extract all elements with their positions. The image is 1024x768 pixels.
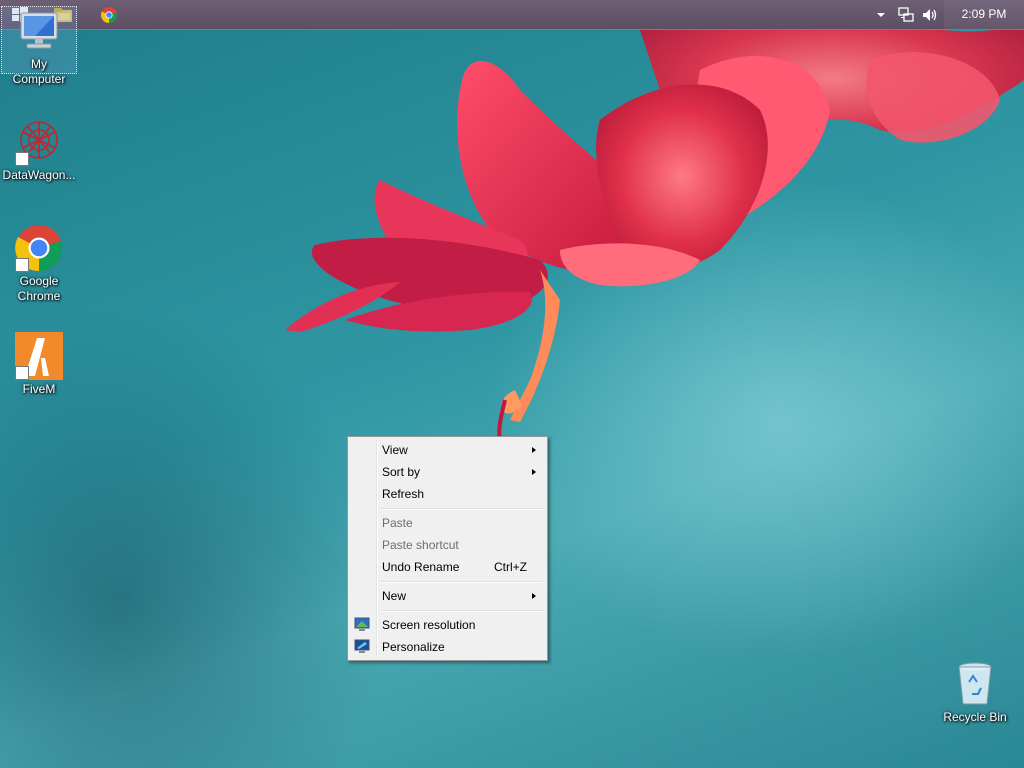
show-hidden-icons-chevron-icon[interactable] xyxy=(876,7,886,23)
personalize-icon xyxy=(354,639,370,653)
menu-item-shortcut: Ctrl+Z xyxy=(494,560,527,574)
desktop-icon-fivem[interactable]: FiveM xyxy=(1,332,77,397)
fivem-icon xyxy=(15,332,63,380)
desktop-icon-google-chrome[interactable]: Google Chrome xyxy=(1,224,77,304)
desktop-icon-recycle-bin[interactable]: Recycle Bin xyxy=(937,660,1013,725)
shortcut-arrow-icon xyxy=(15,258,29,272)
taskbar-clock[interactable]: 2:09 PM xyxy=(944,0,1024,29)
my-computer-icon xyxy=(20,12,58,49)
datawagon-icon xyxy=(15,118,63,166)
shortcut-arrow-icon xyxy=(15,152,29,166)
menu-item-personalize[interactable]: Personalize xyxy=(350,636,545,658)
screen-resolution-icon xyxy=(354,617,370,631)
menu-item-label: View xyxy=(382,443,408,457)
desktop[interactable]: 2:09 PM My Computer DataWagon... Google … xyxy=(0,0,1024,768)
desktop-icon-label: My Computer xyxy=(12,57,66,86)
menu-item-undo-rename[interactable]: Undo Rename Ctrl+Z xyxy=(350,556,545,578)
menu-item-label: Paste shortcut xyxy=(382,538,459,552)
menu-separator xyxy=(350,607,545,614)
menu-item-new[interactable]: New xyxy=(350,585,545,607)
menu-item-label: Personalize xyxy=(382,640,445,654)
chrome-icon[interactable] xyxy=(101,7,117,23)
menu-separator xyxy=(350,505,545,512)
menu-item-label: Sort by xyxy=(382,465,421,479)
chrome-icon xyxy=(15,224,63,272)
menu-item-refresh[interactable]: Refresh xyxy=(350,483,545,505)
menu-item-label: New xyxy=(382,589,407,603)
menu-item-view[interactable]: View xyxy=(350,439,545,461)
recycle-bin-icon xyxy=(958,662,992,705)
menu-item-label: Undo Rename xyxy=(382,560,460,574)
submenu-arrow-icon xyxy=(532,593,536,599)
menu-item-paste[interactable]: Paste xyxy=(350,512,545,534)
submenu-arrow-icon xyxy=(532,447,536,453)
desktop-icon-label: Recycle Bin xyxy=(943,710,1007,724)
desktop-icon-label: FiveM xyxy=(22,382,56,396)
shortcut-arrow-icon xyxy=(15,366,29,380)
taskbar: 2:09 PM xyxy=(0,0,1024,30)
desktop-icon-label: DataWagon... xyxy=(2,168,76,182)
desktop-icon-label: Google Chrome xyxy=(17,274,61,303)
network-icon[interactable] xyxy=(898,7,914,23)
submenu-arrow-icon xyxy=(532,469,536,475)
desktop-icon-my-computer[interactable]: My Computer xyxy=(1,6,77,86)
menu-separator xyxy=(350,578,545,585)
desktop-context-menu: View Sort by Refresh Paste Paste shortcu… xyxy=(347,436,548,661)
menu-item-sort-by[interactable]: Sort by xyxy=(350,461,545,483)
menu-item-label: Paste xyxy=(382,516,413,530)
menu-item-paste-shortcut[interactable]: Paste shortcut xyxy=(350,534,545,556)
desktop-icon-datawagon[interactable]: DataWagon... xyxy=(1,118,77,183)
menu-item-label: Refresh xyxy=(382,487,425,501)
menu-item-screen-resolution[interactable]: Screen resolution xyxy=(350,614,545,636)
menu-item-label: Screen resolution xyxy=(382,618,476,632)
volume-icon[interactable] xyxy=(922,7,938,23)
